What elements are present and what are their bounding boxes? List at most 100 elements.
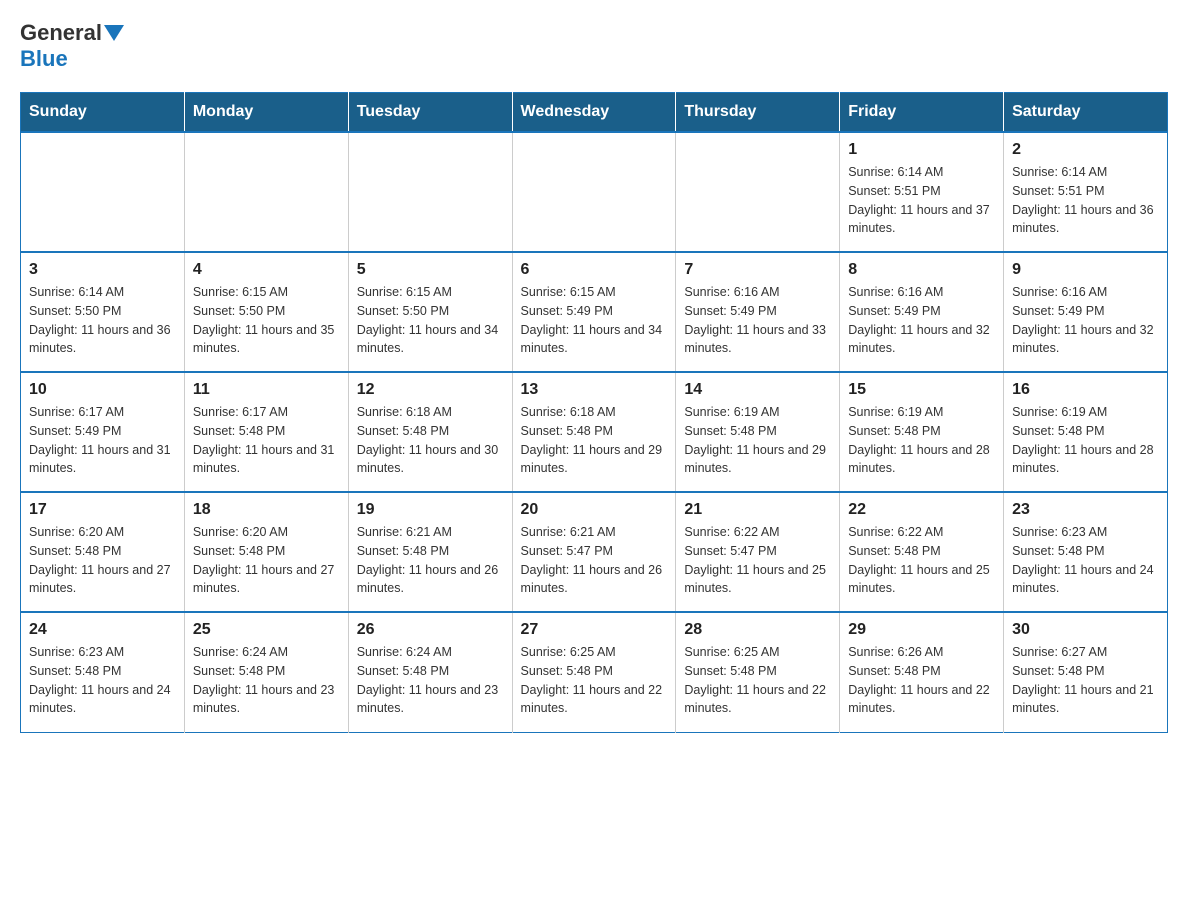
calendar-cell	[676, 132, 840, 252]
day-number: 25	[193, 621, 340, 639]
calendar-table: SundayMondayTuesdayWednesdayThursdayFrid…	[20, 92, 1168, 733]
day-number: 12	[357, 381, 504, 399]
day-info: Sunrise: 6:25 AM Sunset: 5:48 PM Dayligh…	[521, 643, 668, 718]
calendar-cell: 23Sunrise: 6:23 AM Sunset: 5:48 PM Dayli…	[1004, 492, 1168, 612]
day-info: Sunrise: 6:19 AM Sunset: 5:48 PM Dayligh…	[1012, 403, 1159, 478]
day-of-week-header: Tuesday	[348, 93, 512, 133]
calendar-cell	[184, 132, 348, 252]
day-info: Sunrise: 6:19 AM Sunset: 5:48 PM Dayligh…	[684, 403, 831, 478]
day-info: Sunrise: 6:17 AM Sunset: 5:48 PM Dayligh…	[193, 403, 340, 478]
day-number: 30	[1012, 621, 1159, 639]
logo: General Blue	[20, 20, 126, 72]
day-info: Sunrise: 6:22 AM Sunset: 5:48 PM Dayligh…	[848, 523, 995, 598]
calendar-header-row: SundayMondayTuesdayWednesdayThursdayFrid…	[21, 93, 1168, 133]
day-number: 29	[848, 621, 995, 639]
calendar-cell: 26 Sunrise: 6:24 AM Sunset: 5:48 PM Dayli…	[348, 612, 512, 732]
day-number: 21	[684, 501, 831, 519]
day-number: 8	[848, 261, 995, 279]
day-info: Sunrise: 6:18 AM Sunset: 5:48 PM Dayligh…	[357, 403, 504, 478]
day-info: Sunrise: 6:15 AM Sunset: 5:50 PM Dayligh…	[193, 283, 340, 358]
calendar-week-row: 10 Sunrise: 6:17 AM Sunset: 5:49 PM Dayli…	[21, 372, 1168, 492]
day-number: 14	[684, 381, 831, 399]
calendar-cell: 12 Sunrise: 6:18 AM Sunset: 5:48 PM Dayli…	[348, 372, 512, 492]
day-of-week-header: Monday	[184, 93, 348, 133]
day-info: Sunrise: 6:22 AM Sunset: 5:47 PM Dayligh…	[684, 523, 831, 598]
calendar-cell: 24 Sunrise: 6:23 AM Sunset: 5:48 PM Dayli…	[21, 612, 185, 732]
day-info: Sunrise: 6:15 AM Sunset: 5:50 PM Dayligh…	[357, 283, 504, 358]
day-number: 4	[193, 261, 340, 279]
calendar-cell: 14 Sunrise: 6:19 AM Sunset: 5:48 PM Dayli…	[676, 372, 840, 492]
calendar-cell: 22 Sunrise: 6:22 AM Sunset: 5:48 PM Dayli…	[840, 492, 1004, 612]
day-number: 6	[521, 261, 668, 279]
day-of-week-header: Friday	[840, 93, 1004, 133]
day-number: 28	[684, 621, 831, 639]
calendar-cell: 3 Sunrise: 6:14 AM Sunset: 5:50 PM Daylig…	[21, 252, 185, 372]
calendar-cell: 27 Sunrise: 6:25 AM Sunset: 5:48 PM Dayli…	[512, 612, 676, 732]
calendar-cell	[21, 132, 185, 252]
day-number: 17	[29, 501, 176, 519]
calendar-cell: 9 Sunrise: 6:16 AM Sunset: 5:49 PM Daylig…	[1004, 252, 1168, 372]
calendar-cell: 29 Sunrise: 6:26 AM Sunset: 5:48 PM Dayli…	[840, 612, 1004, 732]
calendar-cell: 2 Sunrise: 6:14 AM Sunset: 5:51 PM Daylig…	[1004, 132, 1168, 252]
day-info: Sunrise: 6:19 AM Sunset: 5:48 PM Dayligh…	[848, 403, 995, 478]
day-number: 22	[848, 501, 995, 519]
day-number: 9	[1012, 261, 1159, 279]
calendar-cell: 21 Sunrise: 6:22 AM Sunset: 5:47 PM Dayli…	[676, 492, 840, 612]
day-number: 26	[357, 621, 504, 639]
day-of-week-header: Sunday	[21, 93, 185, 133]
day-info: Sunrise: 6:26 AM Sunset: 5:48 PM Dayligh…	[848, 643, 995, 718]
day-info: Sunrise: 6:18 AM Sunset: 5:48 PM Dayligh…	[521, 403, 668, 478]
calendar-cell: 17 Sunrise: 6:20 AM Sunset: 5:48 PM Dayli…	[21, 492, 185, 612]
day-number: 20	[521, 501, 668, 519]
calendar-cell: 19Sunrise: 6:21 AM Sunset: 5:48 PM Dayli…	[348, 492, 512, 612]
day-of-week-header: Wednesday	[512, 93, 676, 133]
calendar-cell: 6 Sunrise: 6:15 AM Sunset: 5:49 PM Daylig…	[512, 252, 676, 372]
logo-general-text: General	[20, 20, 102, 46]
day-info: Sunrise: 6:14 AM Sunset: 5:50 PM Dayligh…	[29, 283, 176, 358]
day-number: 7	[684, 261, 831, 279]
day-info: Sunrise: 6:15 AM Sunset: 5:49 PM Dayligh…	[521, 283, 668, 358]
day-info: Sunrise: 6:16 AM Sunset: 5:49 PM Dayligh…	[848, 283, 995, 358]
calendar-cell: 30 Sunrise: 6:27 AM Sunset: 5:48 PM Dayli…	[1004, 612, 1168, 732]
calendar-cell: 1Sunrise: 6:14 AM Sunset: 5:51 PM Daylig…	[840, 132, 1004, 252]
day-number: 3	[29, 261, 176, 279]
day-of-week-header: Saturday	[1004, 93, 1168, 133]
calendar-cell: 13 Sunrise: 6:18 AM Sunset: 5:48 PM Dayli…	[512, 372, 676, 492]
calendar-week-row: 3 Sunrise: 6:14 AM Sunset: 5:50 PM Daylig…	[21, 252, 1168, 372]
day-info: Sunrise: 6:21 AM Sunset: 5:47 PM Dayligh…	[521, 523, 668, 598]
day-info: Sunrise: 6:14 AM Sunset: 5:51 PM Dayligh…	[1012, 163, 1159, 238]
calendar-cell: 20 Sunrise: 6:21 AM Sunset: 5:47 PM Dayli…	[512, 492, 676, 612]
calendar-cell: 18 Sunrise: 6:20 AM Sunset: 5:48 PM Dayli…	[184, 492, 348, 612]
day-info: Sunrise: 6:16 AM Sunset: 5:49 PM Dayligh…	[1012, 283, 1159, 358]
day-number: 13	[521, 381, 668, 399]
calendar-cell	[348, 132, 512, 252]
day-number: 23	[1012, 501, 1159, 519]
day-info: Sunrise: 6:27 AM Sunset: 5:48 PM Dayligh…	[1012, 643, 1159, 718]
day-number: 1	[848, 141, 995, 159]
calendar-cell: 16 Sunrise: 6:19 AM Sunset: 5:48 PM Dayli…	[1004, 372, 1168, 492]
day-number: 16	[1012, 381, 1159, 399]
day-info: Sunrise: 6:20 AM Sunset: 5:48 PM Dayligh…	[29, 523, 176, 598]
day-number: 11	[193, 381, 340, 399]
calendar-cell: 15Sunrise: 6:19 AM Sunset: 5:48 PM Dayli…	[840, 372, 1004, 492]
day-info: Sunrise: 6:16 AM Sunset: 5:49 PM Dayligh…	[684, 283, 831, 358]
day-number: 27	[521, 621, 668, 639]
logo-blue-text: Blue	[20, 46, 68, 71]
calendar-cell: 10 Sunrise: 6:17 AM Sunset: 5:49 PM Dayli…	[21, 372, 185, 492]
day-number: 18	[193, 501, 340, 519]
day-number: 19	[357, 501, 504, 519]
day-info: Sunrise: 6:17 AM Sunset: 5:49 PM Dayligh…	[29, 403, 176, 478]
calendar-cell: 8 Sunrise: 6:16 AM Sunset: 5:49 PM Daylig…	[840, 252, 1004, 372]
calendar-week-row: 24 Sunrise: 6:23 AM Sunset: 5:48 PM Dayli…	[21, 612, 1168, 732]
day-number: 2	[1012, 141, 1159, 159]
day-number: 10	[29, 381, 176, 399]
logo-triangle-icon	[104, 25, 124, 41]
day-info: Sunrise: 6:23 AM Sunset: 5:48 PM Dayligh…	[29, 643, 176, 718]
day-info: Sunrise: 6:25 AM Sunset: 5:48 PM Dayligh…	[684, 643, 831, 718]
day-info: Sunrise: 6:20 AM Sunset: 5:48 PM Dayligh…	[193, 523, 340, 598]
day-number: 24	[29, 621, 176, 639]
day-info: Sunrise: 6:24 AM Sunset: 5:48 PM Dayligh…	[193, 643, 340, 718]
day-info: Sunrise: 6:24 AM Sunset: 5:48 PM Dayligh…	[357, 643, 504, 718]
calendar-week-row: 1 Sunrise: 6:14 AM Sunset: 5:51 PM Daylig…	[21, 132, 1168, 252]
calendar-cell: 4 Sunrise: 6:15 AM Sunset: 5:50 PM Daylig…	[184, 252, 348, 372]
